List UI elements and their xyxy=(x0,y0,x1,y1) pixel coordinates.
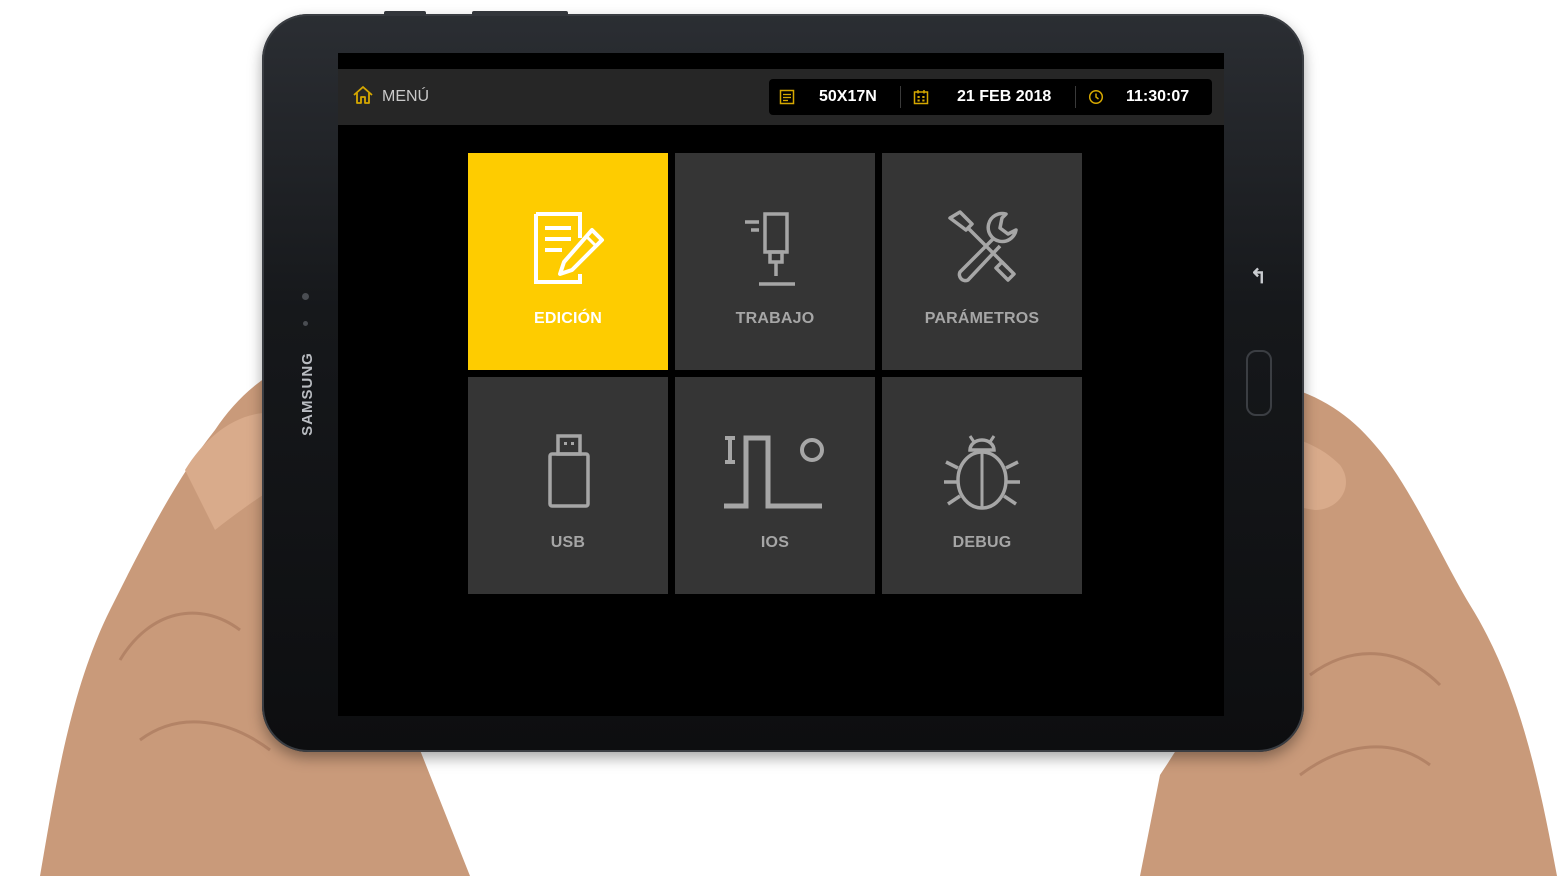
program-icon xyxy=(779,89,795,105)
time-value: 11:30:07 xyxy=(1126,88,1190,105)
top-bar: MENÚ 50X17N 21 FEB 2018 11:30:07 xyxy=(338,69,1224,125)
tile-label: EDICIÓN xyxy=(533,310,603,327)
tile-label: PARÁMETROS xyxy=(924,310,1040,327)
date-info: 21 FEB 2018 xyxy=(901,79,1075,115)
bug-icon xyxy=(940,430,1024,514)
tools-icon xyxy=(942,206,1022,290)
status-bar xyxy=(338,53,1224,69)
io-signal-icon xyxy=(720,430,830,514)
tile-trabajo[interactable]: TRABAJO xyxy=(675,153,875,370)
program-value: 50X17N xyxy=(819,88,877,105)
back-key-icon[interactable]: ↰ xyxy=(1250,264,1267,289)
menu-grid: EDICIÓN TRABAJO PARÁMETROS USB IOS DEBUG xyxy=(468,153,1082,594)
tile-ios[interactable]: IOS xyxy=(675,377,875,594)
tile-edicion[interactable]: EDICIÓN xyxy=(468,153,668,370)
tile-label: DEBUG xyxy=(952,534,1012,551)
tile-label: IOS xyxy=(760,534,790,551)
time-info: 11:30:07 xyxy=(1076,79,1212,115)
camera-sensor xyxy=(302,293,309,300)
light-sensor xyxy=(303,321,308,326)
clock-icon xyxy=(1088,89,1104,105)
scene: SAMSUNG ↰ MENÚ 50X17N 21 FEB 2018 11:30:… xyxy=(0,0,1557,876)
home-key[interactable] xyxy=(1246,350,1272,416)
menu-label: MENÚ xyxy=(382,88,430,105)
edit-icon xyxy=(528,206,608,290)
menu-button[interactable]: MENÚ xyxy=(352,83,429,111)
power-button[interactable] xyxy=(384,11,426,16)
tile-parametros[interactable]: PARÁMETROS xyxy=(882,153,1082,370)
app-screen: MENÚ 50X17N 21 FEB 2018 11:30:07 EDICIÓN… xyxy=(338,53,1224,716)
usb-icon xyxy=(528,430,608,514)
calendar-icon xyxy=(913,89,929,105)
status-info: 50X17N 21 FEB 2018 11:30:07 xyxy=(769,79,1212,115)
program-info: 50X17N xyxy=(769,79,900,115)
tile-label: USB xyxy=(550,534,586,551)
tile-label: TRABAJO xyxy=(735,310,815,327)
spindle-icon xyxy=(735,206,815,290)
tile-usb[interactable]: USB xyxy=(468,377,668,594)
volume-button[interactable] xyxy=(472,11,568,16)
tile-debug[interactable]: DEBUG xyxy=(882,377,1082,594)
home-icon xyxy=(352,84,374,111)
date-value: 21 FEB 2018 xyxy=(957,88,1052,105)
